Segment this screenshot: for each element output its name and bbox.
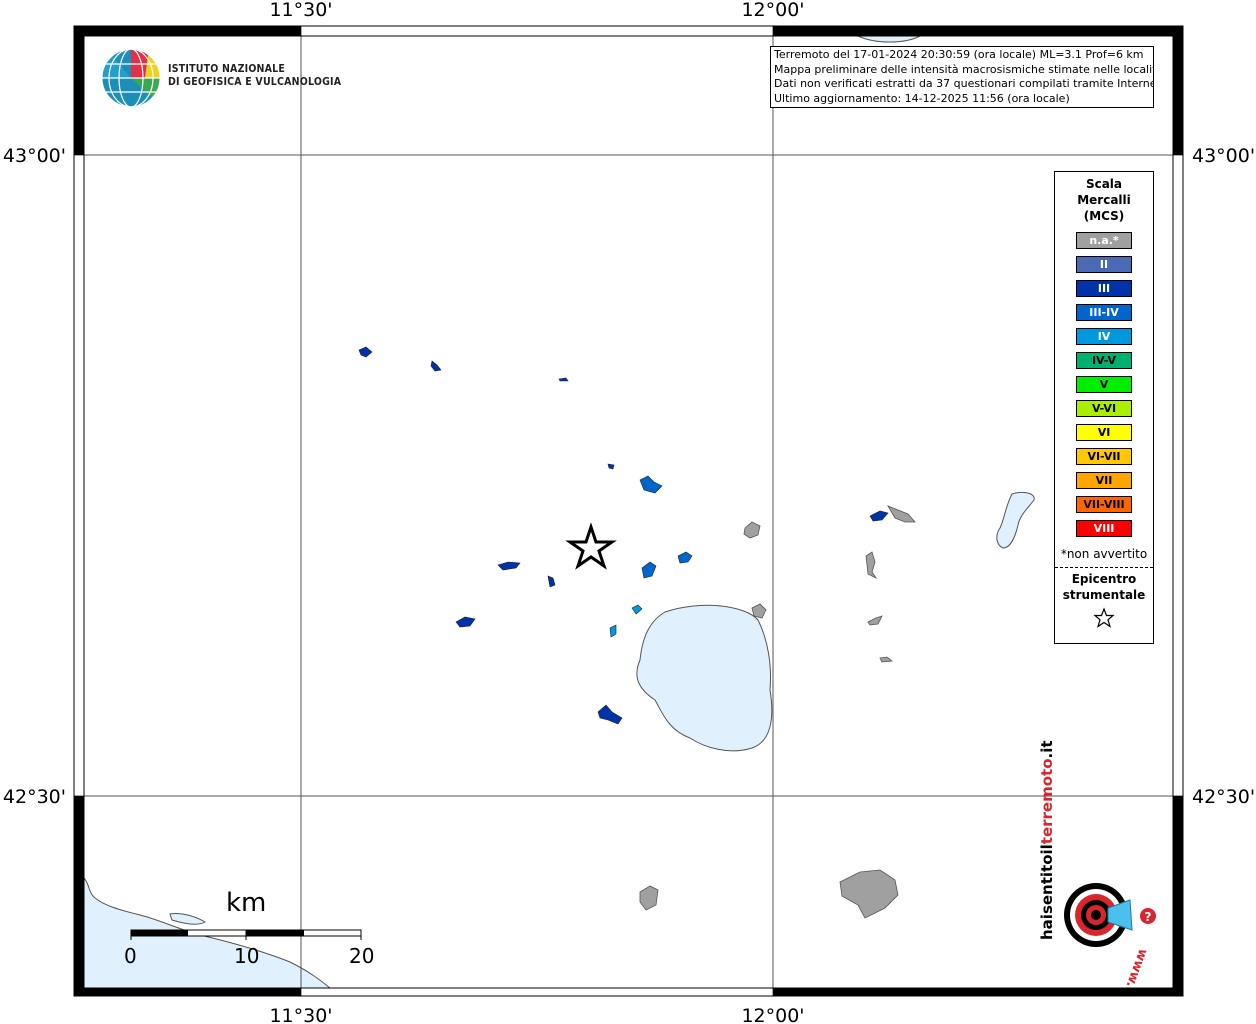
intensity-legend: Scala Mercalli (MCS) n.a.* II III III-IV IV I… [1054,171,1154,644]
legend-epicenter-line2: strumentale [1062,588,1146,602]
legend-item: VI [1076,424,1132,441]
scale-tick-0: 0 [124,944,137,968]
legend-item: VI-VII [1076,448,1132,465]
svg-text:haisentitoilterremoto.it: haisentitoilterremoto.it [1038,740,1056,940]
scale-unit: km [226,888,267,918]
municipality-iii [607,463,615,470]
ingv-name-line2: DI GEOFISICA E VULCANOLOGIA [168,76,342,88]
legend-item: V [1076,376,1132,393]
lat-label-left-2: 42°30' [3,786,66,808]
legend-star-icon [1055,607,1153,633]
lat-label-right-1: 43°00' [1192,145,1255,167]
legend-separator [1055,567,1153,568]
legend-epicenter-line1: Epicentro [1071,572,1137,586]
ingv-name-line1: ISTITUTO NAZIONALE [168,63,286,75]
legend-title: Scala Mercalli (MCS) [1055,176,1153,224]
legend-title-line1: Scala [1085,177,1123,191]
ingv-logo-icon [101,48,161,108]
scale-tick-10: 10 [234,944,260,968]
lon-label-bottom-1: 11°30' [269,1005,332,1024]
legend-item: III-IV [1076,304,1132,321]
event-info-box: Terremoto del 17-01-2024 20:30:59 (ora l… [770,46,1154,108]
lat-label-right-2: 42°30' [1192,786,1255,808]
legend-title-line3: (MCS) [1083,209,1125,223]
event-info-line4: Ultimo aggiornamento: 14-12-2025 11:56 (… [774,91,1070,105]
ingv-name: ISTITUTO NAZIONALE DI GEOFISICA E VULCAN… [168,63,341,89]
lon-label-bottom-2: 12°00' [741,1005,804,1024]
legend-item: n.a.* [1076,232,1132,249]
legend-item: IV-V [1076,352,1132,369]
event-info-line2: Mappa preliminare delle intensità macros… [774,62,1154,76]
legend-item: V-VI [1076,400,1132,417]
legend-note: *non avvertito [1060,547,1148,561]
lon-label-top-2: 12°00' [741,0,804,21]
lon-label-top-1: 11°30' [269,0,332,21]
svg-text:?: ? [1145,910,1152,924]
event-info-line3: Dati non verificati estratti da 37 quest… [774,77,1154,90]
legend-item: III [1076,280,1132,297]
legend-items: n.a.* II III III-IV IV IV-V V V-VI VI VI-VII VII VI… [1055,232,1153,537]
event-info-line1: Terremoto del 17-01-2024 20:30:59 (ora l… [774,48,1144,61]
scale-tick-20: 20 [349,944,375,968]
legend-item: VII-VIII [1076,496,1132,513]
legend-item: VII [1076,472,1132,489]
legend-title-line2: Mercalli [1077,193,1131,207]
legend-item: IV [1076,328,1132,345]
legend-item: II [1076,256,1132,273]
lat-label-left-1: 43°00' [3,145,66,167]
legend-item: VIII [1076,520,1132,537]
legend-epicenter-label: Epicentro strumentale [1055,571,1153,603]
